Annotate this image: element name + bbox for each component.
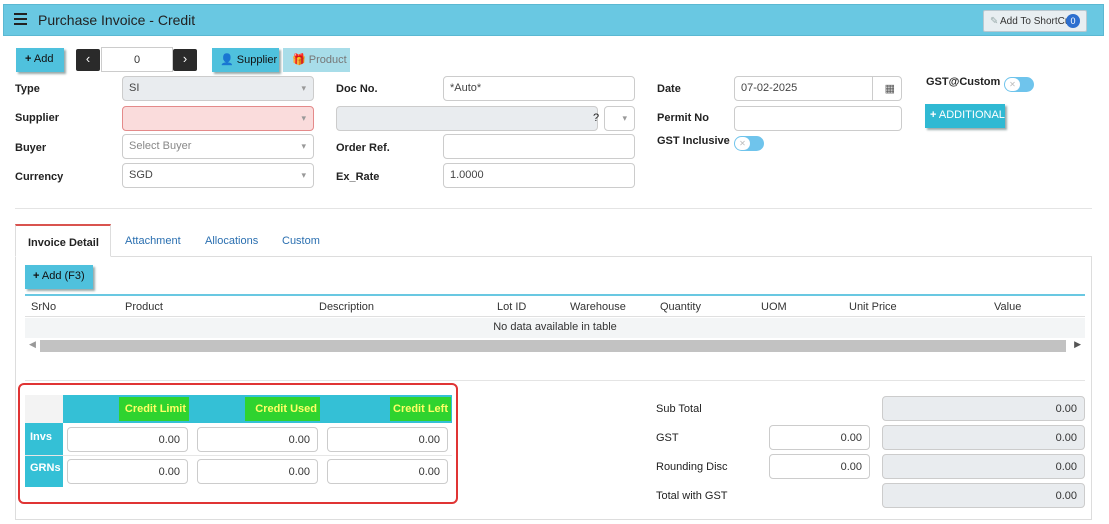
table-header: SrNo Product Description Lot ID Warehous… xyxy=(25,294,1085,317)
chevron-right-icon: › xyxy=(182,51,188,66)
section-divider xyxy=(25,380,1085,381)
product-button-label: Product xyxy=(308,54,347,66)
horizontal-scrollbar[interactable]: ◀ ▶ xyxy=(25,338,1085,354)
gst-custom-label: GST@Custom xyxy=(926,76,1001,88)
rounding-label: Rounding Disc xyxy=(656,461,728,473)
column-header[interactable]: Product xyxy=(125,301,163,313)
buyer-select[interactable]: Select Buyer xyxy=(122,134,314,159)
supplier-button-label: Supplier xyxy=(236,54,278,66)
plus-icon: + xyxy=(930,109,937,121)
exrate-label: Ex_Rate xyxy=(336,171,380,183)
scroll-right-icon[interactable]: ▶ xyxy=(1074,339,1081,350)
pencil-icon: ✎ xyxy=(990,16,999,27)
total-with-gst-label: Total with GST xyxy=(656,490,728,502)
scroll-left-icon[interactable]: ◀ xyxy=(29,339,36,350)
column-header[interactable]: SrNo xyxy=(31,301,56,313)
tab-invoice-detail[interactable]: Invoice Detail xyxy=(15,224,111,257)
supplier-label: Supplier xyxy=(15,112,60,124)
exrate-field[interactable]: 1.0000 xyxy=(443,163,635,188)
gst-inclusive-toggle[interactable]: ✕ xyxy=(734,136,764,151)
add-to-shortcut-button[interactable]: ✎ Add To ShortCut 0 xyxy=(983,10,1087,32)
user-icon: 👤 xyxy=(220,54,234,66)
orderref-label: Order Ref. xyxy=(336,142,390,154)
date-field[interactable]: 07-02-2025 ▦ xyxy=(734,76,902,101)
next-record-button[interactable]: › xyxy=(173,49,197,71)
shortcut-count-badge: 0 xyxy=(1066,14,1080,28)
supplier-code-select[interactable] xyxy=(604,106,635,131)
column-header[interactable]: Unit Price xyxy=(849,301,897,313)
buyer-label: Buyer xyxy=(15,142,47,154)
total-with-gst-field: 0.00 xyxy=(882,483,1085,508)
column-header[interactable]: Value xyxy=(994,301,1021,313)
page-title: Purchase Invoice - Credit xyxy=(38,12,196,28)
date-value: 07-02-2025 xyxy=(741,82,798,94)
plus-icon: + xyxy=(33,270,40,282)
toggle-off-icon: ✕ xyxy=(735,137,750,150)
orderref-field[interactable] xyxy=(443,134,635,159)
gst-rate-field[interactable]: 0.00 xyxy=(769,425,870,450)
docno-label: Doc No. xyxy=(336,83,378,95)
additional-label: ADDITIONAL xyxy=(938,109,1005,121)
empty-table-message: No data available in table xyxy=(25,318,1085,338)
record-index-input[interactable]: 0 xyxy=(101,47,173,72)
type-select[interactable]: SI xyxy=(122,76,314,101)
chevron-left-icon: ‹ xyxy=(85,51,91,66)
tab-custom[interactable]: Custom xyxy=(282,224,320,257)
add-label: Add xyxy=(33,53,54,65)
plus-icon: + xyxy=(25,53,32,65)
subtotal-field: 0.00 xyxy=(882,396,1085,421)
column-header[interactable]: UOM xyxy=(761,301,787,313)
section-divider xyxy=(15,208,1092,209)
credit-highlight-box xyxy=(18,383,458,504)
calendar-icon[interactable]: ▦ xyxy=(885,82,895,95)
supplier-select[interactable] xyxy=(122,106,314,131)
hamburger-menu-icon[interactable] xyxy=(14,13,27,25)
previous-record-button[interactable]: ‹ xyxy=(76,49,100,71)
toggle-off-icon: ✕ xyxy=(1005,78,1020,91)
add-to-shortcut-label: Add To ShortCut xyxy=(1000,16,1074,27)
permit-label: Permit No xyxy=(657,112,709,124)
date-label: Date xyxy=(657,83,681,95)
gst-label: GST xyxy=(656,432,679,444)
gst-custom-toggle[interactable]: ✕ xyxy=(1004,77,1034,92)
subtotal-label: Sub Total xyxy=(656,403,702,415)
supplier-button[interactable]: 👤 Supplier xyxy=(212,48,279,72)
gst-inclusive-label: GST Inclusive xyxy=(657,135,730,147)
gst-value-field: 0.00 xyxy=(882,425,1085,450)
add-button[interactable]: + Add xyxy=(16,48,64,72)
supplier-name-field xyxy=(336,106,598,131)
supplier-code-question: ? xyxy=(593,112,600,124)
column-header[interactable]: Warehouse xyxy=(570,301,626,313)
scrollbar-thumb[interactable] xyxy=(40,340,1066,352)
currency-label: Currency xyxy=(15,171,64,183)
additional-button[interactable]: + ADDITIONAL xyxy=(925,104,1005,128)
currency-select[interactable]: SGD xyxy=(122,163,314,188)
rounding-value-field: 0.00 xyxy=(882,454,1085,479)
column-header[interactable]: Quantity xyxy=(660,301,701,313)
tab-attachment[interactable]: Attachment xyxy=(125,224,181,257)
tab-allocations[interactable]: Allocations xyxy=(205,224,258,257)
title-bar: Purchase Invoice - Credit ✎ Add To Short… xyxy=(3,4,1104,36)
rounding-rate-field[interactable]: 0.00 xyxy=(769,454,870,479)
column-header[interactable]: Description xyxy=(319,301,374,313)
permit-field[interactable] xyxy=(734,106,902,131)
add-line-label: Add (F3) xyxy=(41,270,85,282)
type-label: Type xyxy=(15,83,40,95)
gift-icon: 🎁 xyxy=(292,54,306,66)
product-button[interactable]: 🎁 Product xyxy=(283,48,350,72)
tab-bar: Invoice Detail Attachment Allocations Cu… xyxy=(15,224,1092,257)
docno-field[interactable]: *Auto* xyxy=(443,76,635,101)
add-line-button[interactable]: + Add (F3) xyxy=(25,265,93,289)
column-header[interactable]: Lot ID xyxy=(497,301,526,313)
calendar-divider xyxy=(872,77,873,100)
